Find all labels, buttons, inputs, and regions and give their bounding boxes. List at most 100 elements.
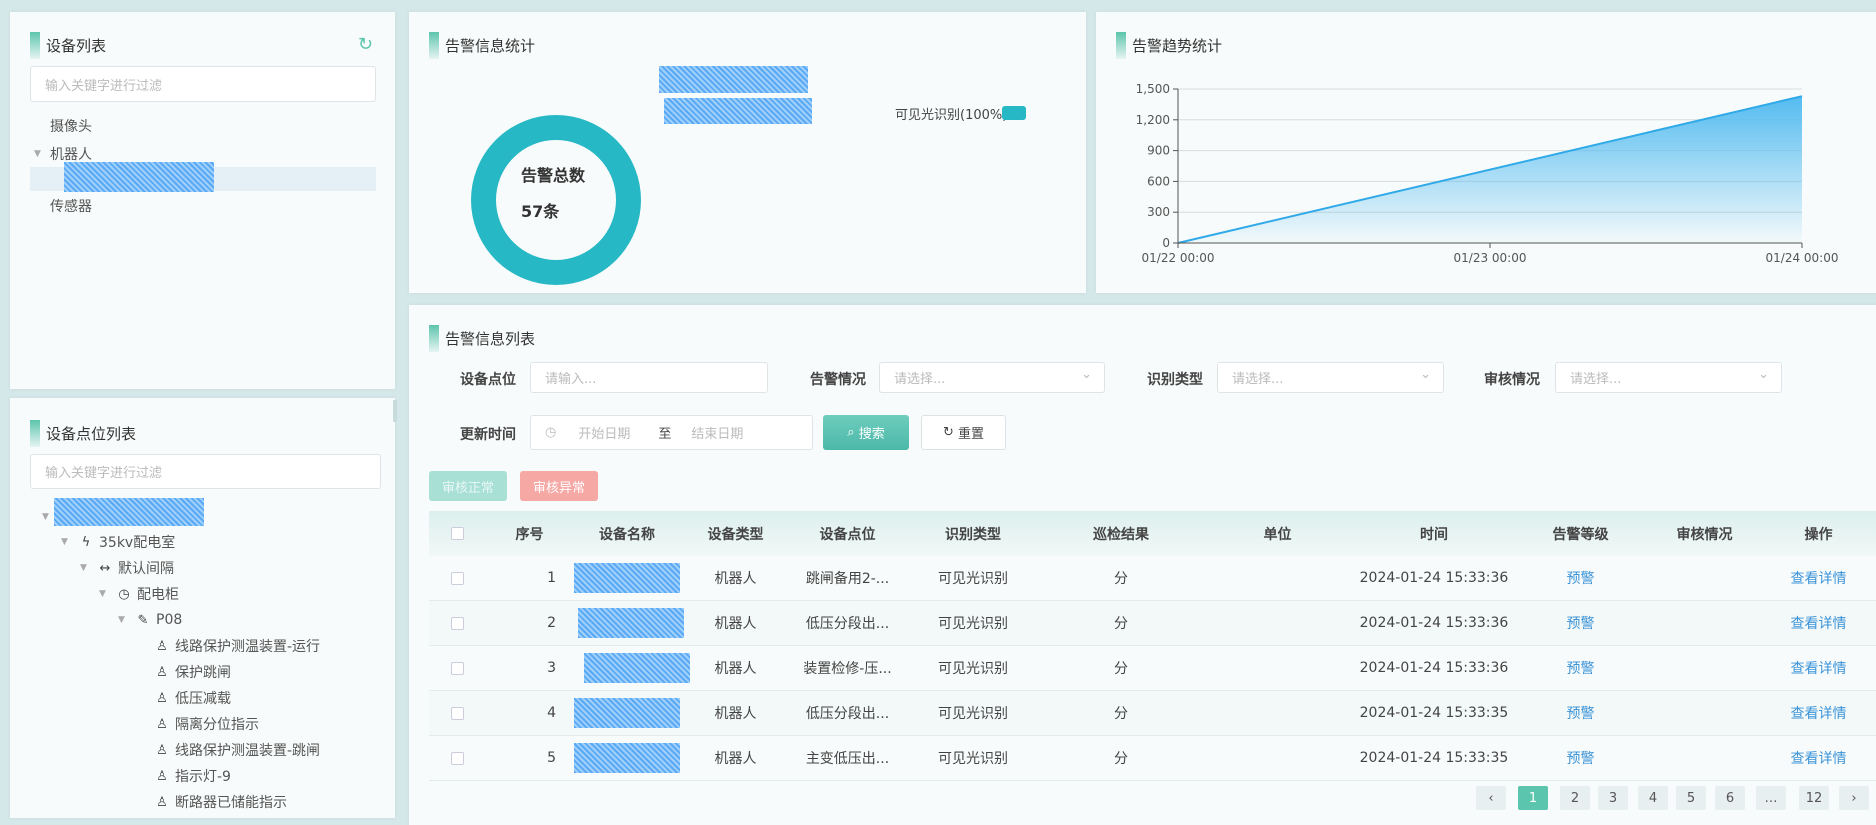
tree-item[interactable]: ♙ 断路器已储能指示 bbox=[137, 790, 287, 814]
row-checkbox-cell[interactable] bbox=[429, 691, 485, 735]
tree-item-label: 低压减载 bbox=[175, 691, 231, 707]
page-button[interactable]: 1 bbox=[1518, 786, 1548, 810]
row-checkbox-cell[interactable] bbox=[429, 601, 485, 645]
y-tick-label: 600 bbox=[1147, 174, 1170, 188]
next-page-button[interactable]: › bbox=[1839, 786, 1869, 810]
tree-item[interactable]: ♙ 低压减载 bbox=[137, 686, 231, 710]
device-filter-input[interactable]: 输入关键字进行过滤 bbox=[30, 66, 376, 102]
page-button[interactable]: 12 bbox=[1799, 786, 1829, 810]
row-checkbox[interactable] bbox=[450, 706, 464, 720]
interval-icon: ↔ bbox=[99, 560, 111, 576]
table-row[interactable]: 4 机器人 低压分段出... 可见光识别 分 2024-01-24 15:33:35 预警 查… bbox=[429, 691, 1876, 736]
label: 重置 bbox=[958, 427, 985, 442]
caret-down-icon[interactable]: ▼ bbox=[80, 563, 96, 573]
point-filter-input[interactable]: 输入关键字进行过滤 bbox=[30, 454, 381, 489]
scrollbar[interactable] bbox=[393, 400, 397, 422]
cell-level[interactable]: 预警 bbox=[1513, 646, 1648, 690]
device-list-title: 设备列表 bbox=[30, 32, 106, 59]
cell-op[interactable]: 查看详情 bbox=[1761, 556, 1876, 600]
title-text: 告警信息列表 bbox=[445, 330, 536, 348]
tree-item-label: 配电柜 bbox=[137, 587, 179, 603]
more-pages-button[interactable]: … bbox=[1756, 786, 1786, 810]
caret-down-icon[interactable]: ▼ bbox=[61, 537, 77, 547]
tree-item-label: 线路保护测温装置-跳闸 bbox=[175, 743, 321, 759]
type-select[interactable]: 请选择... bbox=[1217, 362, 1444, 393]
refresh-icon[interactable]: ↻ bbox=[358, 34, 373, 55]
page-button[interactable]: 6 bbox=[1715, 786, 1745, 810]
cell-result: 分 bbox=[1114, 751, 1128, 767]
cell-device-name bbox=[574, 556, 680, 600]
date-range-picker[interactable]: ◷ 开始日期 至 结束日期 bbox=[530, 415, 813, 450]
tree-item-sensor[interactable]: 传感器 bbox=[34, 194, 92, 218]
page-button[interactable]: 2 bbox=[1560, 786, 1590, 810]
cell-op[interactable]: 查看详情 bbox=[1761, 601, 1876, 645]
cell-op[interactable]: 查看详情 bbox=[1761, 691, 1876, 735]
point-icon: ♙ bbox=[156, 638, 168, 654]
tree-item-label: 保护跳闸 bbox=[175, 665, 231, 681]
label: 搜索 bbox=[858, 427, 885, 442]
table-header: 序号 设备名称 设备类型 设备点位 识别类型 巡检结果 单位 时间 告警等级 审核情况 操作 bbox=[429, 511, 1876, 556]
label: 机器人 bbox=[50, 147, 92, 163]
device-list-panel: 设备列表 ↻ 输入关键字进行过滤 摄像头 ▼ 机器人 传感器 bbox=[10, 12, 395, 389]
cell-no: 2 bbox=[547, 615, 556, 631]
table-row[interactable]: 5 机器人 主变低压出... 可见光识别 分 2024-01-24 15:33:35 预警 查… bbox=[429, 736, 1876, 781]
prev-page-button[interactable]: ‹ bbox=[1476, 786, 1506, 810]
tree-item[interactable]: ▼ ϟ 35kv配电室 bbox=[61, 530, 175, 554]
tree-item[interactable]: ♙ 指示灯-9 bbox=[137, 764, 231, 788]
page-button[interactable]: 4 bbox=[1638, 786, 1668, 810]
tree-item[interactable]: ♙ 线路保护测温装置-跳闸 bbox=[137, 738, 320, 762]
tree-item[interactable]: ♙ 隔离分位指示 bbox=[137, 712, 259, 736]
cell-review bbox=[1648, 691, 1761, 735]
page-button[interactable]: 3 bbox=[1598, 786, 1628, 810]
tree-item[interactable]: ♙ 保护跳闸 bbox=[137, 660, 231, 684]
point-input[interactable]: 请输入... bbox=[530, 362, 768, 393]
tree-item-label: 指示灯-9 bbox=[175, 769, 231, 785]
caret-down-icon[interactable]: ▼ bbox=[34, 149, 50, 159]
reset-icon: ↻ bbox=[942, 425, 958, 440]
cell-level[interactable]: 预警 bbox=[1513, 736, 1648, 780]
select-all-checkbox[interactable] bbox=[429, 511, 485, 556]
row-checkbox[interactable] bbox=[450, 661, 464, 675]
page-button[interactable]: 5 bbox=[1676, 786, 1706, 810]
row-checkbox[interactable] bbox=[450, 616, 464, 630]
row-checkbox-cell[interactable] bbox=[429, 646, 485, 690]
table-row[interactable]: 2 机器人 低压分段出... 可见光识别 分 2024-01-24 15:33:36 预警 查… bbox=[429, 601, 1876, 646]
cell-device-name bbox=[574, 691, 680, 735]
cell-level[interactable]: 预警 bbox=[1513, 691, 1648, 735]
cell-op[interactable]: 查看详情 bbox=[1761, 646, 1876, 690]
approve-button[interactable]: 审核正常 bbox=[429, 471, 507, 501]
tree-item[interactable]: ▼ ✎ P08 bbox=[118, 608, 182, 632]
row-checkbox-cell[interactable] bbox=[429, 556, 485, 600]
cell-level[interactable]: 预警 bbox=[1513, 556, 1648, 600]
checkbox[interactable] bbox=[450, 527, 464, 540]
legend-label[interactable]: 可见光识别(100%) bbox=[895, 104, 1007, 123]
tree-item[interactable]: ▼ ↔ 默认间隔 bbox=[80, 556, 174, 580]
caret-down-icon[interactable]: ▼ bbox=[118, 615, 134, 625]
tree-item-label: 35kv配电室 bbox=[99, 535, 176, 551]
table-row[interactable]: 3 机器人 装置检修-压... 可见光识别 分 2024-01-24 15:33:36 预警… bbox=[429, 646, 1876, 691]
start-date-input[interactable]: 开始日期 bbox=[578, 423, 658, 442]
row-checkbox[interactable] bbox=[450, 571, 464, 585]
cell-result: 分 bbox=[1114, 661, 1128, 677]
tree-item[interactable]: ▼ ◷ 配电柜 bbox=[99, 582, 179, 606]
row-checkbox[interactable] bbox=[450, 751, 464, 765]
end-date-input[interactable]: 结束日期 bbox=[691, 423, 743, 442]
trend-chart: 0 300 600 900 1,200 1,500 01/22 00:00 01/23 00:… bbox=[1136, 82, 1839, 265]
review-select[interactable]: 请选择... bbox=[1555, 362, 1782, 393]
legend-swatch[interactable] bbox=[1002, 106, 1026, 120]
column-header: 操作 bbox=[1804, 526, 1833, 543]
column-header: 序号 bbox=[515, 526, 544, 543]
cell-point: 跳闸备用2-... bbox=[805, 571, 890, 587]
reject-button[interactable]: 审核异常 bbox=[520, 471, 598, 501]
caret-down-icon[interactable]: ▼ bbox=[99, 589, 115, 599]
reset-button[interactable]: ↻ 重置 bbox=[921, 415, 1006, 450]
tree-item-camera[interactable]: 摄像头 bbox=[34, 114, 92, 138]
tree-item[interactable]: ♙ 线路保护测温装置-运行 bbox=[137, 634, 320, 658]
search-button[interactable]: ⌕ 搜索 bbox=[823, 415, 909, 450]
table-row[interactable]: 1 机器人 跳闸备用2-... 可见光识别 分 2024-01-24 15:33:36 预警… bbox=[429, 556, 1876, 601]
cell-op[interactable]: 查看详情 bbox=[1761, 736, 1876, 780]
cell-level[interactable]: 预警 bbox=[1513, 601, 1648, 645]
point-icon: ♙ bbox=[156, 768, 168, 784]
row-checkbox-cell[interactable] bbox=[429, 736, 485, 780]
alarm-select[interactable]: 请选择... bbox=[879, 362, 1105, 393]
